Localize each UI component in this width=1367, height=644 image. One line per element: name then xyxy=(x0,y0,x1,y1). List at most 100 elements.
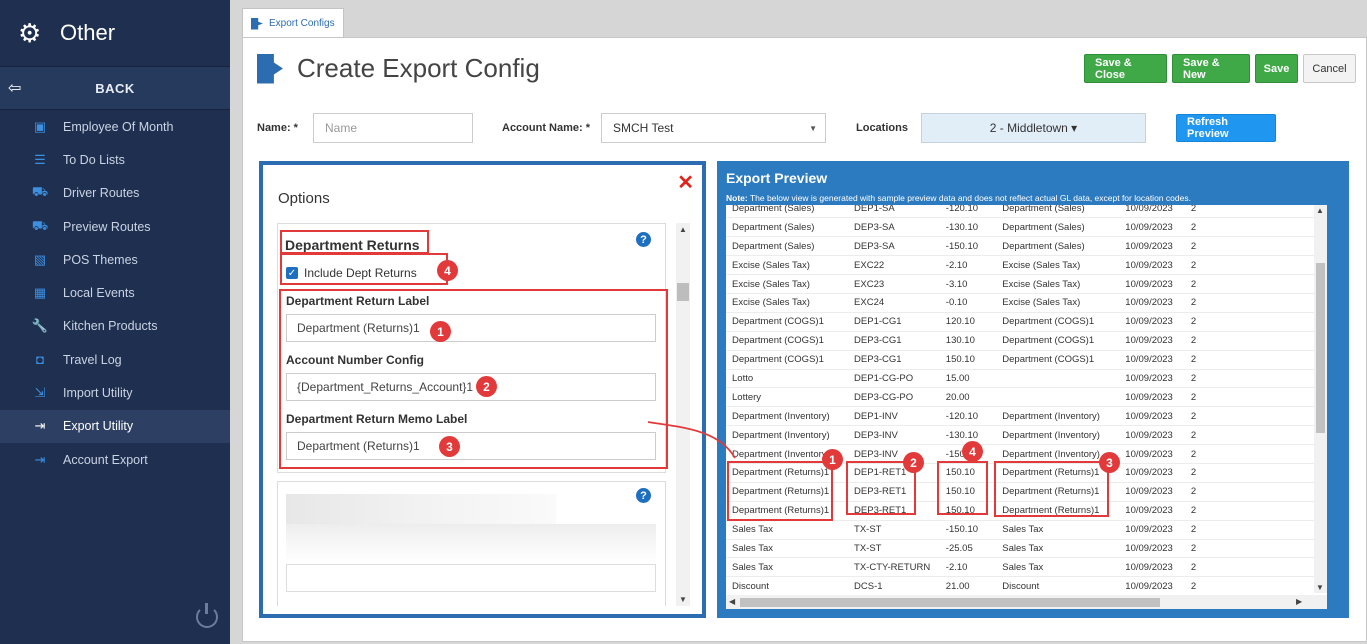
save-button[interactable]: Save xyxy=(1255,54,1298,83)
table-cell: 10/09/2023 xyxy=(1119,576,1185,597)
scrollbar-thumb[interactable] xyxy=(1316,263,1325,433)
table-cell: 2 xyxy=(1184,387,1316,408)
note-text: The below view is generated with sample … xyxy=(747,193,1191,203)
annotation-badge-3: 3 xyxy=(1099,452,1120,473)
table-cell: 2 xyxy=(1184,501,1316,521)
table-cell: Department (Inventory) xyxy=(726,406,849,427)
scrollbar-thumb[interactable] xyxy=(677,283,689,301)
table-row: Excise (Sales Tax) EXC23 -3.10 Excise (Sale… xyxy=(726,274,1316,294)
scroll-down-icon[interactable]: ▼ xyxy=(679,595,687,604)
scroll-up-icon[interactable]: ▲ xyxy=(679,225,687,234)
table-cell: 2 xyxy=(1184,369,1316,389)
sidebar-item-driver-routes[interactable]: ⛟ Driver Routes xyxy=(0,177,230,210)
table-cell: EXC22 xyxy=(848,255,940,276)
sidebar-item-travel-log[interactable]: ◘ Travel Log xyxy=(0,343,230,376)
table-cell xyxy=(996,369,1120,389)
table-row: Sales Tax TX-CTY-RETURN -2.10 Sales Tax 10/0… xyxy=(726,557,1316,578)
refresh-preview-button[interactable]: Refresh Preview xyxy=(1176,114,1276,142)
calendar-icon: ▦ xyxy=(33,285,47,301)
scrollbar-thumb[interactable] xyxy=(740,598,1160,607)
scroll-down-icon[interactable]: ▼ xyxy=(1316,583,1324,592)
sidebar-item-label: Account Export xyxy=(63,452,148,467)
table-cell: 10/09/2023 xyxy=(1119,205,1185,219)
table-cell: 10/09/2023 xyxy=(1119,369,1185,389)
export-icon xyxy=(257,53,283,84)
table-cell: Department (Sales) xyxy=(996,236,1120,257)
sidebar: ⚙ Other ⇦ BACK ▣ Employee Of Month ☰ To Do … xyxy=(0,0,230,644)
sidebar-item-export-utility[interactable]: ⇥ Export Utility xyxy=(0,409,230,443)
tab-export-configs[interactable]: Export Configs xyxy=(242,8,344,38)
table-cell: 130.10 xyxy=(939,331,997,351)
table-cell: Department (Sales) xyxy=(996,205,1120,219)
scroll-up-icon[interactable]: ▲ xyxy=(1316,206,1324,215)
sidebar-item-label: POS Themes xyxy=(63,252,138,267)
table-cell: Excise (Sales Tax) xyxy=(726,274,849,294)
sidebar-item-local-events[interactable]: ▦ Local Events xyxy=(0,276,230,309)
table-row: Department (Sales) DEP3-SA -150.10 Departme… xyxy=(726,236,1316,257)
table-cell: 20.00 xyxy=(939,387,997,408)
table-cell: -130.10 xyxy=(939,217,997,238)
back-button[interactable]: ⇦ BACK xyxy=(0,67,230,110)
table-cell: Department (COGS)1 xyxy=(996,350,1120,370)
table-cell: -120.10 xyxy=(939,205,997,219)
sidebar-item-label: Driver Routes xyxy=(63,186,140,201)
table-cell: -150.10 xyxy=(939,520,997,540)
table-cell: 2 xyxy=(1184,557,1316,578)
table-cell: 10/09/2023 xyxy=(1119,331,1185,351)
power-icon[interactable] xyxy=(196,603,218,628)
preview-vertical-scrollbar[interactable]: ▲ ▼ xyxy=(1314,205,1327,593)
import-icon: ⇲ xyxy=(34,385,46,401)
sidebar-item-kitchen-products[interactable]: 🔧 Kitchen Products xyxy=(0,310,230,343)
annotation-box-checkbox xyxy=(280,253,448,285)
table-cell: Sales Tax xyxy=(996,557,1120,578)
table-cell: Department (COGS)1 xyxy=(726,312,849,332)
table-cell: 2 xyxy=(1184,576,1316,597)
sidebar-item-preview-routes[interactable]: ⛟ Preview Routes xyxy=(0,210,230,243)
cancel-button[interactable]: Cancel xyxy=(1303,54,1356,83)
sidebar-item-to-do-lists[interactable]: ☰ To Do Lists xyxy=(0,143,230,176)
table-row: Department (COGS)1 DEP3-CG1 150.10 Departme… xyxy=(726,350,1316,370)
sidebar-item-pos-themes[interactable]: ▧ POS Themes xyxy=(0,243,230,276)
name-label: Name: * xyxy=(257,122,298,134)
save-close-button[interactable]: Save & Close xyxy=(1084,54,1167,83)
back-arrow-icon: ⇦ xyxy=(8,80,22,97)
table-cell: 10/09/2023 xyxy=(1119,520,1185,540)
table-cell xyxy=(996,387,1120,408)
save-new-button[interactable]: Save & New xyxy=(1172,54,1250,83)
annotation-badge-3: 3 xyxy=(439,436,460,457)
sidebar-item-account-export[interactable]: ⇥ Account Export xyxy=(0,443,230,476)
options-scrollbar[interactable]: ▲ ▼ xyxy=(676,223,690,606)
preview-table-container[interactable]: Department (Sales) DEP1-SA -120.10 Departme… xyxy=(726,205,1327,609)
note-bold: Note: xyxy=(726,193,748,203)
help-icon[interactable]: ? xyxy=(636,232,651,247)
close-icon[interactable]: ✕ xyxy=(677,173,694,193)
table-cell: 120.10 xyxy=(939,312,997,332)
table-cell: 10/09/2023 xyxy=(1119,425,1185,446)
table-row: Sales Tax TX-ST -150.10 Sales Tax 10/09/2023… xyxy=(726,520,1316,540)
table-cell: Department (Inventory) xyxy=(996,406,1120,427)
annotation-box-fields xyxy=(279,289,668,469)
name-input[interactable]: Name xyxy=(313,113,473,143)
annotation-badge-2: 2 xyxy=(903,452,924,473)
sidebar-item-employee-of-month[interactable]: ▣ Employee Of Month xyxy=(0,110,230,143)
table-cell: 2 xyxy=(1184,482,1316,502)
caret-down-icon: ▼ xyxy=(809,124,817,133)
table-cell: DEP1-CG-PO xyxy=(848,369,940,389)
scroll-left-icon[interactable]: ◀ xyxy=(729,597,735,606)
sidebar-item-label: Export Utility xyxy=(63,419,134,434)
table-cell: 2 xyxy=(1184,217,1316,238)
blurred-input[interactable] xyxy=(286,564,656,592)
table-cell: Department (COGS)1 xyxy=(726,331,849,351)
locations-dropdown[interactable]: 2 - Middletown ▾ xyxy=(921,113,1146,143)
sidebar-item-label: To Do Lists xyxy=(63,152,125,167)
annotation-badge-4: 4 xyxy=(437,260,458,281)
account-name-select[interactable]: SMCH Test ▼ xyxy=(601,113,826,143)
annotation-badge-1: 1 xyxy=(430,321,451,342)
sidebar-item-import-utility[interactable]: ⇲ Import Utility xyxy=(0,376,230,409)
export-icon: ⇥ xyxy=(34,418,46,434)
preview-horizontal-scrollbar[interactable]: ◀ ▶ xyxy=(726,595,1327,609)
help-icon[interactable]: ? xyxy=(636,488,651,503)
table-cell: -150.10 xyxy=(939,236,997,257)
scroll-right-icon[interactable]: ▶ xyxy=(1296,597,1302,606)
table-cell: -120.10 xyxy=(939,406,997,427)
